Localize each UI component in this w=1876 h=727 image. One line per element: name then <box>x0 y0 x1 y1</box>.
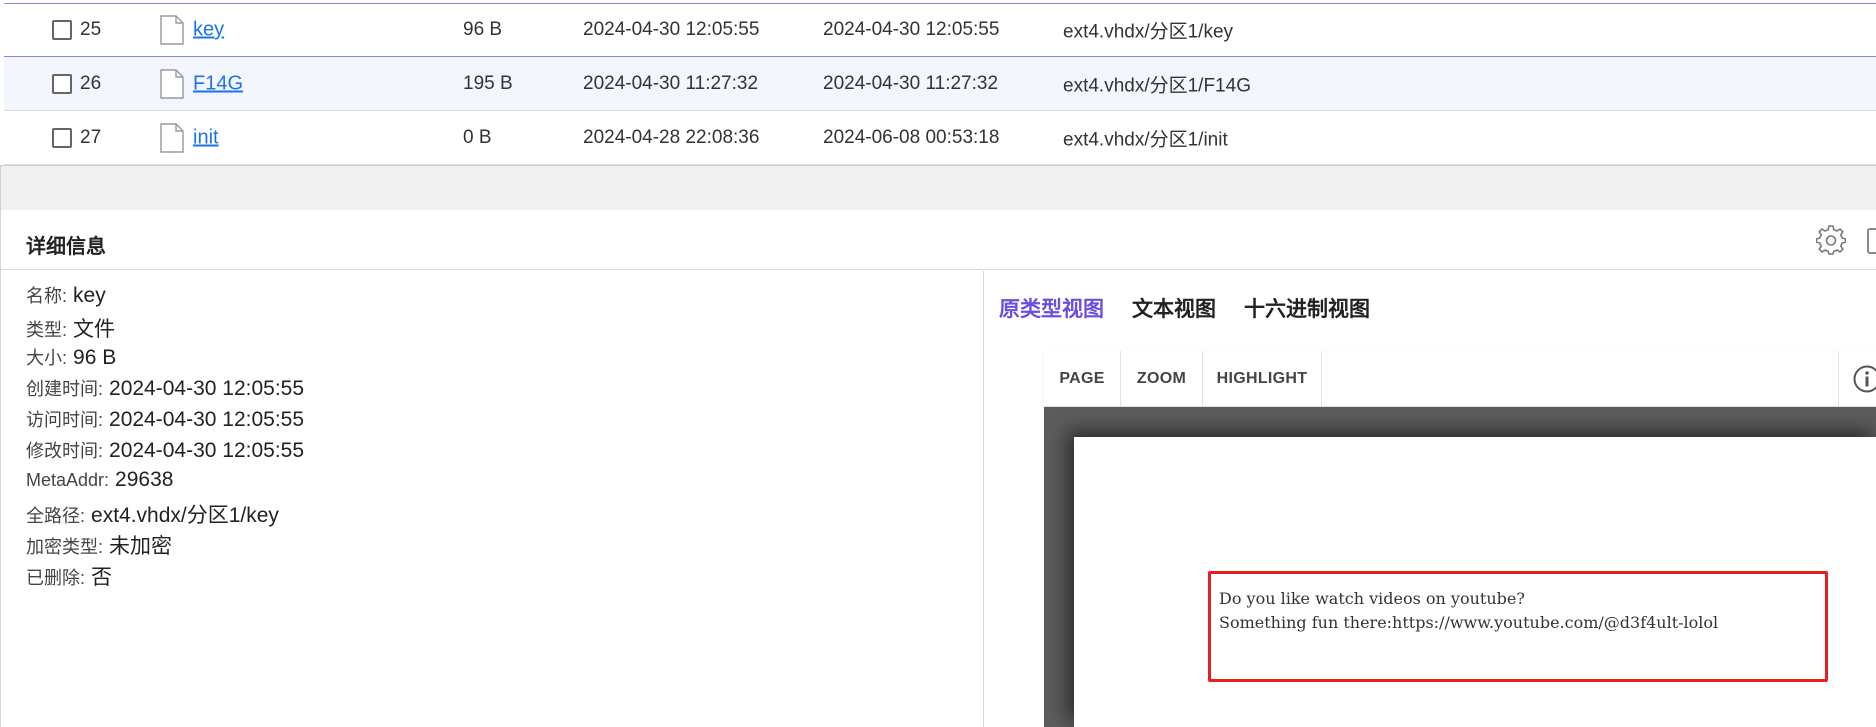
details-panel: 详细信息 名称: key 类型: 文件 大小: 96 B 创建时间: 2024-04-3… <box>0 210 1876 727</box>
page-button[interactable]: PAGE <box>1044 351 1121 407</box>
gear-icon[interactable] <box>1816 225 1846 255</box>
prop-label: 全路径: <box>26 506 86 526</box>
prop-label: MetaAddr: <box>26 470 110 490</box>
file-path: ext4.vhdx/分区1/key <box>1063 21 1234 43</box>
file-table: 25 key 96 B 2024-04-30 12:05:55 2024-04-… <box>0 0 1876 184</box>
row-index: 25 <box>80 19 102 40</box>
pdf-toolbar: PAGE ZOOM HIGHLIGHT <box>1044 351 1876 407</box>
prop-label: 访问时间: <box>26 410 104 430</box>
prop-size: 大小: 96 B <box>26 344 116 374</box>
prop-value: 2024-04-30 12:05:55 <box>109 377 305 400</box>
prop-value: 否 <box>91 566 113 589</box>
prop-value: 2024-04-30 12:05:55 <box>109 439 305 462</box>
file-created-time: 2024-04-30 11:27:32 <box>583 72 759 94</box>
file-created-time: 2024-04-30 12:05:55 <box>583 19 760 40</box>
prop-metaaddr: MetaAddr: 29638 <box>26 468 173 498</box>
prop-label: 大小: <box>26 348 68 368</box>
file-modified-time: 2024-04-30 11:27:32 <box>823 72 999 94</box>
properties-list: 名称: key 类型: 文件 大小: 96 B 创建时间: 2024-04-30 12:… <box>1 271 984 727</box>
file-path: ext4.vhdx/分区1/F14G <box>1063 75 1251 96</box>
prop-value: ext4.vhdx/分区1/key <box>91 504 279 527</box>
prop-type: 类型: 文件 <box>26 313 115 343</box>
prop-label: 修改时间: <box>26 441 104 461</box>
tab-native-view[interactable]: 原类型视图 <box>999 293 1104 323</box>
file-icon <box>160 122 184 153</box>
highlight-box <box>1208 571 1828 682</box>
prop-deleted: 已删除: 否 <box>26 561 112 591</box>
file-size: 195 B <box>463 72 513 94</box>
checkbox-icon[interactable] <box>52 20 72 40</box>
prop-value: 未加密 <box>109 535 173 558</box>
prop-created: 创建时间: 2024-04-30 12:05:55 <box>26 375 304 405</box>
file-modified-time: 2024-04-30 12:05:55 <box>823 19 1000 40</box>
file-viewer: 原类型视图 文本视图 十六进制视图 PAGE ZOOM HIGHLIGHT Do y… <box>985 271 1876 727</box>
file-icon <box>160 68 184 99</box>
checkbox-icon[interactable] <box>52 127 72 148</box>
prop-accessed: 访问时间: 2024-04-30 12:05:55 <box>26 406 304 436</box>
table-row[interactable]: 26 F14G 195 B 2024-04-30 11:27:32 2024-0… <box>4 57 1876 111</box>
prop-fullpath: 全路径: ext4.vhdx/分区1/key <box>26 499 279 529</box>
prop-label: 创建时间: <box>26 379 104 399</box>
info-icon[interactable] <box>1852 364 1876 394</box>
file-size: 0 B <box>463 126 492 148</box>
prop-value: key <box>73 284 106 307</box>
prop-label: 名称: <box>26 286 68 306</box>
file-path: ext4.vhdx/分区1/init <box>1063 129 1228 150</box>
table-row[interactable]: 25 key 96 B 2024-04-30 12:05:55 2024-04-… <box>4 3 1876 57</box>
details-header: 详细信息 <box>1 210 1876 270</box>
prop-label: 类型: <box>26 320 68 340</box>
zoom-button[interactable]: ZOOM <box>1121 351 1203 407</box>
file-name-link[interactable]: key <box>193 19 224 42</box>
prop-label: 加密类型: <box>26 537 104 557</box>
prop-encryption: 加密类型: 未加密 <box>26 530 172 560</box>
prop-modified: 修改时间: 2024-04-30 12:05:55 <box>26 437 304 467</box>
view-tabs: 原类型视图 文本视图 十六进制视图 <box>999 293 1398 323</box>
prop-value: 29638 <box>115 468 174 491</box>
row-index: 27 <box>80 126 102 148</box>
tab-text-view[interactable]: 文本视图 <box>1132 293 1216 323</box>
prop-label: 已删除: <box>26 568 86 588</box>
tab-hex-view[interactable]: 十六进制视图 <box>1244 293 1370 323</box>
highlight-button[interactable]: HIGHLIGHT <box>1203 351 1322 407</box>
prop-value: 96 B <box>73 346 117 369</box>
prop-value: 2024-04-30 12:05:55 <box>109 408 305 431</box>
document-page: Do you like watch videos on youtube? Som… <box>1074 437 1876 727</box>
file-name-link[interactable]: init <box>193 126 219 149</box>
file-icon <box>160 15 184 45</box>
panel-toggle-icon[interactable] <box>1867 228 1876 254</box>
toolbar-divider <box>1838 351 1839 407</box>
checkbox-icon[interactable] <box>52 73 72 94</box>
prop-value: 文件 <box>73 318 116 341</box>
document-canvas: Do you like watch videos on youtube? Som… <box>1044 407 1876 727</box>
details-title: 详细信息 <box>26 236 106 258</box>
prop-name: 名称: key <box>26 282 106 312</box>
file-created-time: 2024-04-28 22:08:36 <box>583 126 760 148</box>
file-name-link[interactable]: F14G <box>193 72 243 95</box>
row-index: 26 <box>80 72 102 94</box>
file-modified-time: 2024-06-08 00:53:18 <box>823 126 1000 148</box>
panel-divider <box>0 165 1876 210</box>
table-row[interactable]: 27 init 0 B 2024-04-28 22:08:36 2024-06-… <box>4 111 1876 165</box>
file-size: 96 B <box>463 19 503 40</box>
